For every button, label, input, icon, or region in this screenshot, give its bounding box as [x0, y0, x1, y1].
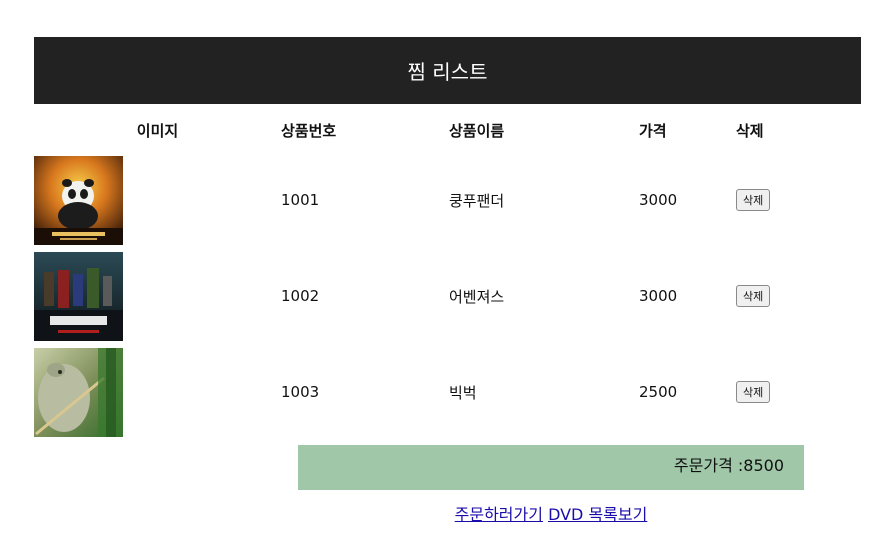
order-total-bar: 주문가격 :8500 — [298, 445, 804, 490]
order-total-label: 주문가격 :8500 — [673, 456, 784, 475]
page-header: 찜 리스트 — [34, 37, 861, 104]
product-name: 쿵푸팬더 — [449, 191, 505, 210]
page-title: 찜 리스트 — [407, 60, 488, 84]
table-row: 1002 어벤져스 3000 삭제 — [34, 248, 861, 344]
table-row: 1003 빅벅 2500 삭제 — [34, 344, 861, 440]
wishlist-table: 이미지 상품번호 상품이름 가격 삭제 1001 쿵푸팬더 3000 삭제 10… — [34, 108, 861, 440]
avengers-poster-image — [34, 251, 123, 341]
product-price: 3000 — [639, 191, 678, 209]
kungfu-panda-poster-image — [34, 155, 123, 245]
column-header-product-number: 상품번호 — [281, 121, 337, 140]
dvd-list-link[interactable]: DVD 목록보기 — [548, 505, 647, 524]
table-header-row: 이미지 상품번호 상품이름 가격 삭제 — [34, 108, 861, 152]
product-name: 어벤져스 — [449, 287, 505, 306]
product-number: 1003 — [281, 383, 320, 401]
delete-button[interactable]: 삭제 — [736, 381, 771, 403]
column-header-price: 가격 — [639, 121, 667, 140]
go-to-order-link[interactable]: 주문하러가기 — [455, 505, 543, 524]
product-price: 3000 — [639, 287, 678, 305]
big-buck-poster-image — [34, 347, 123, 437]
column-header-delete: 삭제 — [736, 121, 764, 140]
footer-links: 주문하러가기 DVD 목록보기 — [0, 501, 884, 525]
product-name: 빅벅 — [449, 383, 477, 402]
product-price: 2500 — [639, 383, 678, 401]
delete-button[interactable]: 삭제 — [736, 189, 771, 211]
product-number: 1001 — [281, 191, 320, 209]
table-row: 1001 쿵푸팬더 3000 삭제 — [34, 152, 861, 248]
column-header-product-name: 상품이름 — [449, 121, 505, 140]
product-number: 1002 — [281, 287, 320, 305]
delete-button[interactable]: 삭제 — [736, 285, 771, 307]
column-header-image: 이미지 — [136, 121, 179, 140]
